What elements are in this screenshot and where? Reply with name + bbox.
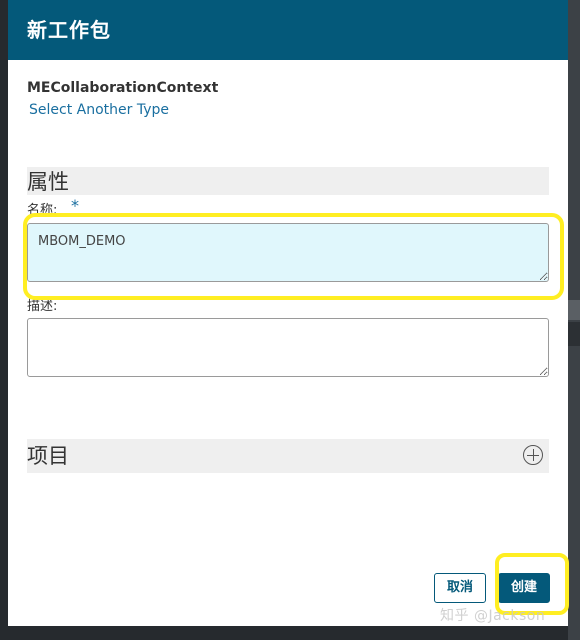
- items-section-header: 项目: [27, 439, 549, 473]
- dialog-title: 新工作包: [27, 18, 111, 42]
- name-label: 名称:: [27, 203, 58, 218]
- background-fragment: [568, 322, 580, 346]
- description-label: 描述:: [27, 299, 58, 314]
- dialog-header: 新工作包: [8, 0, 568, 60]
- cancel-button[interactable]: 取消: [434, 573, 486, 603]
- properties-section-header: 属性: [27, 167, 549, 195]
- required-marker: *: [71, 196, 79, 215]
- create-button[interactable]: 创建: [498, 573, 550, 603]
- object-type-name: MECollaborationContext: [27, 80, 219, 96]
- properties-section-title: 属性: [27, 170, 69, 194]
- watermark: 知乎 @Jackson: [440, 608, 546, 624]
- name-input[interactable]: [27, 223, 549, 282]
- select-another-type-link[interactable]: Select Another Type: [29, 102, 169, 118]
- new-work-package-dialog: 新工作包 MECollaborationContext Select Anoth…: [8, 0, 568, 626]
- items-section-title: 项目: [27, 444, 69, 468]
- background-fragment: [568, 300, 580, 320]
- description-input[interactable]: [27, 318, 549, 377]
- plus-circle-icon[interactable]: [523, 445, 543, 465]
- background-app-strip: [568, 0, 580, 640]
